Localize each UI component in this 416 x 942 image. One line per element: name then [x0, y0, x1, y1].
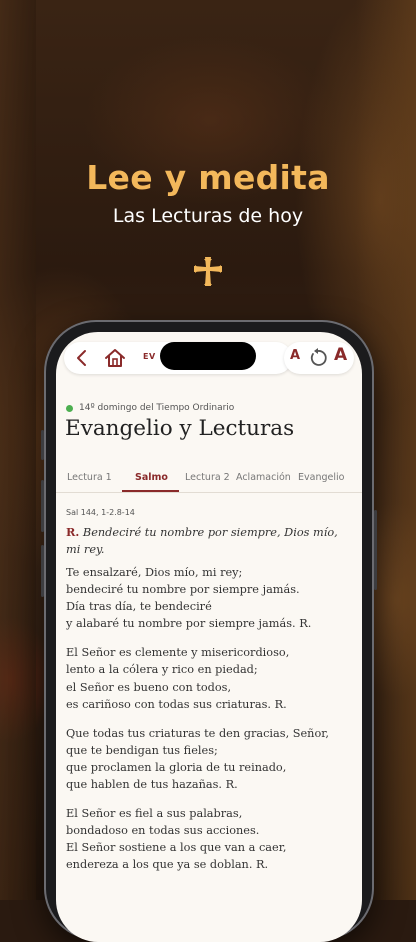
psalm-line: que hablen de tus hazañas. R. — [66, 778, 238, 792]
text-controls-pill: A A — [284, 342, 354, 374]
phone-mockup: EV AS A A 14º domingo del Tiempo Ordinar… — [41, 320, 377, 942]
psalm-line: Que todas tus criaturas te den gracias, … — [66, 726, 329, 740]
psalm-line: El Señor es fiel a sus palabras, — [66, 807, 243, 821]
psalm-line: Día tras día, te bendeciré — [66, 600, 212, 614]
psalm-stanza: Te ensalzaré, Dios mío, mi rey; bendecir… — [66, 564, 356, 632]
home-icon[interactable] — [104, 347, 126, 369]
psalm-stanza: Que todas tus criaturas te den gracias, … — [66, 725, 356, 793]
active-tab-indicator — [122, 490, 179, 492]
liturgy-day-label: 14º domingo del Tiempo Ordinario — [79, 403, 235, 413]
tab-lectura-2[interactable]: Lectura 2 — [185, 472, 230, 483]
psalm-stanza: El Señor es fiel a sus palabras, bondado… — [66, 805, 356, 873]
psalm-response: R. Bendeciré tu nombre por siempre, Dios… — [66, 524, 352, 558]
chevron-left-icon[interactable] — [72, 348, 92, 368]
phone-volume-up — [41, 480, 44, 532]
psalm-line: el Señor es bueno con todos, — [66, 680, 232, 694]
reset-icon[interactable] — [308, 348, 328, 368]
psalm-line: Te ensalzaré, Dios mío, mi rey; — [66, 566, 243, 579]
response-text: Bendeciré tu nombre por siempre, Dios mí… — [66, 526, 338, 556]
psalm-line: lento a la cólera y rico en piedad; — [66, 663, 258, 677]
phone-side-button — [41, 430, 44, 460]
tab-evangelio[interactable]: Evangelio — [298, 472, 344, 483]
app-screen: EV AS A A 14º domingo del Tiempo Ordinar… — [56, 332, 362, 942]
tab-lectura-1[interactable]: Lectura 1 — [67, 472, 112, 483]
page-title: Evangelio y Lecturas — [65, 416, 295, 441]
psalm-line: bondadoso en todas sus acciones. — [66, 824, 260, 838]
tab-aclamacion[interactable]: Aclamación — [236, 472, 291, 483]
psalm-line: bendeciré tu nombre por siempre jamás. — [66, 583, 300, 597]
psalm-line: y alabaré tu nombre por siempre jamás. R… — [66, 617, 312, 631]
font-decrease-button[interactable]: A — [290, 348, 300, 363]
phone-power-button — [374, 510, 377, 590]
psalm-line: endereza a los que ya se doblan. R. — [66, 858, 269, 872]
psalm-line: que te bendigan tus fieles; — [66, 743, 218, 757]
promo-headline: Lee y medita — [86, 158, 330, 197]
dynamic-island — [160, 342, 256, 370]
phone-volume-down — [41, 545, 44, 597]
psalm-line: es cariñoso con todas sus criaturas. R. — [66, 697, 287, 711]
psalm-line: que proclamen la gloria de tu reinado, — [66, 760, 287, 774]
psalm-text: Te ensalzaré, Dios mío, mi rey; bendecir… — [66, 564, 356, 886]
response-marker: R. — [66, 525, 80, 539]
psalm-stanza: El Señor es clemente y misericordioso, l… — [66, 644, 356, 712]
background-frame-left — [0, 0, 36, 900]
cross-icon — [194, 257, 222, 286]
font-increase-button[interactable]: A — [334, 345, 347, 365]
psalm-line: El Señor sostiene a los que van a caer, — [66, 841, 287, 855]
promo-subheadline: Las Lecturas de hoy — [112, 205, 304, 227]
tab-salmo[interactable]: Salmo — [135, 472, 168, 483]
liturgy-color-dot — [66, 404, 73, 412]
readings-tabs: Lectura 1 Salmo Lectura 2 Aclamación Eva… — [56, 468, 362, 493]
psalm-line: El Señor es clemente y misericordioso, — [66, 646, 290, 660]
psalm-reference: Sal 144, 1-2.8-14 — [66, 508, 135, 517]
liturgy-day: 14º domingo del Tiempo Ordinario — [66, 403, 234, 413]
section-label-start[interactable]: EV — [143, 352, 156, 361]
